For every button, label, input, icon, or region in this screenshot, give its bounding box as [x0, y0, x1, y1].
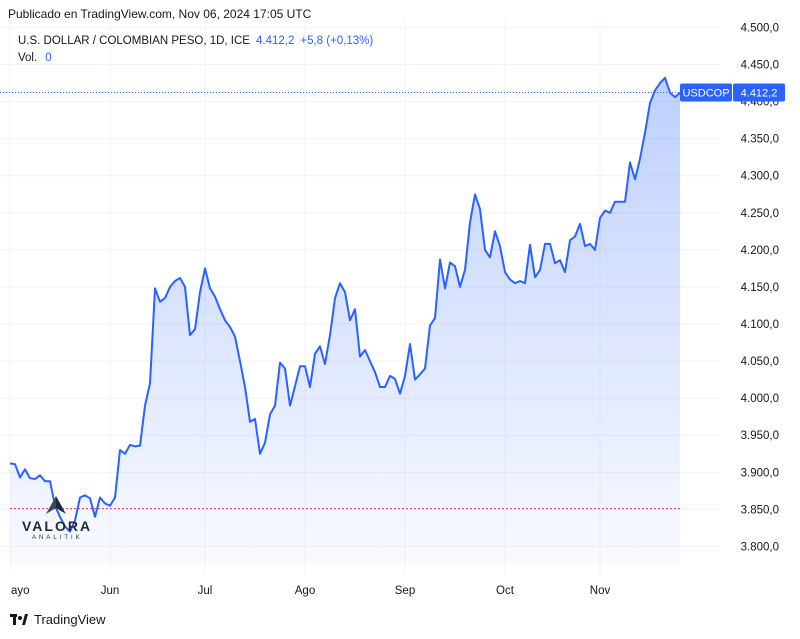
x-tick-label: Ago — [295, 585, 315, 597]
y-tick-label: 3.950,0 — [741, 430, 779, 442]
price-change: +5,8 (+0,13%) — [300, 35, 374, 47]
y-tick-label: 3.800,0 — [741, 541, 779, 553]
y-tick-label: 3.850,0 — [741, 504, 779, 516]
valora-analitik-logo: VALORA ANALITIK — [22, 496, 102, 546]
logo-mark-icon — [46, 496, 66, 514]
price-tag-value: 4.412,2 — [741, 88, 778, 100]
footer-brand[interactable]: TradingView — [10, 612, 106, 627]
time-axis[interactable]: ayo Jun Jul Ago Sep Oct Nov — [11, 585, 610, 597]
y-tick-label: 4.450,0 — [741, 59, 779, 71]
y-tick-label: 4.000,0 — [741, 393, 779, 405]
y-tick-label: 4.250,0 — [741, 208, 779, 220]
y-tick-label: 4.100,0 — [741, 319, 779, 331]
symbol-description: U.S. DOLLAR / COLOMBIAN PESO, 1D, ICE — [18, 35, 250, 47]
y-tick-label: 3.900,0 — [741, 467, 779, 479]
logo-name: VALORA — [22, 518, 93, 534]
logo-subtitle: ANALITIK — [32, 535, 83, 541]
last-price-tag: USDCOP 4.412,2 — [680, 83, 785, 102]
y-tick-label: 4.300,0 — [741, 171, 779, 183]
chart-legend: U.S. DOLLAR / COLOMBIAN PESO, 1D, ICE 4.… — [18, 35, 373, 47]
y-tick-label: 4.350,0 — [741, 134, 779, 146]
last-price-value: 4.412,2 — [255, 35, 295, 47]
volume-label: Vol. — [18, 52, 38, 64]
y-tick-label: 4.500,0 — [741, 22, 779, 34]
price-axis[interactable]: 3.800,0 3.850,0 3.900,0 3.950,0 4.000,0 4.050… — [741, 22, 779, 553]
x-tick-label: Nov — [590, 585, 611, 597]
y-tick-label: 4.150,0 — [741, 282, 779, 294]
y-tick-label: 4.200,0 — [741, 245, 779, 257]
price-chart[interactable]: 3.800,0 3.850,0 3.900,0 3.950,0 4.000,0 4.050… — [0, 0, 800, 639]
x-tick-label: Jun — [101, 585, 120, 597]
y-tick-label: 4.050,0 — [741, 356, 779, 368]
footer-brand-label: TradingView — [34, 612, 106, 627]
x-tick-label: ayo — [11, 585, 30, 597]
volume-legend: Vol. 0 — [18, 52, 52, 64]
x-tick-label: Jul — [198, 585, 213, 597]
tradingview-logo-icon — [10, 613, 28, 625]
ticker-tag-label: USDCOP — [682, 88, 729, 100]
x-tick-label: Sep — [395, 585, 415, 597]
x-tick-label: Oct — [496, 585, 515, 597]
volume-value: 0 — [45, 52, 52, 64]
